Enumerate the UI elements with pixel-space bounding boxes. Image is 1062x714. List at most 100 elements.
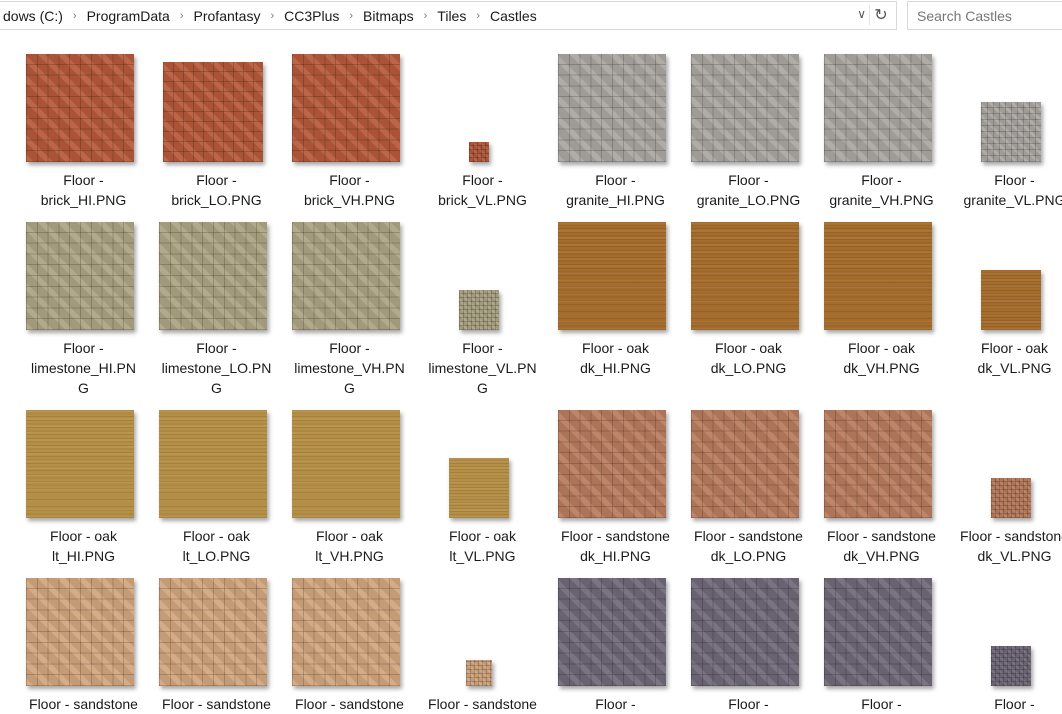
file-name-line: dk_LO.PNG — [710, 548, 787, 564]
breadcrumb-item[interactable]: CC3Plus — [281, 8, 342, 24]
file-name-line: Floor - oak — [848, 340, 915, 356]
chevron-right-icon[interactable]: › — [66, 10, 84, 22]
explorer-toolbar: dows (C:) › ProgramData › Profantasy › CC3Plus… — [0, 0, 1062, 33]
thumbnail-frame — [815, 54, 948, 162]
file-name: Floor - — [948, 694, 1062, 714]
breadcrumb-item[interactable]: Castles — [487, 8, 540, 24]
thumbnail-frame — [815, 410, 948, 518]
breadcrumb-item[interactable]: Bitmaps — [360, 8, 417, 24]
thumbnail-image — [158, 222, 267, 330]
breadcrumb-item[interactable]: Tiles — [434, 8, 469, 24]
file-name: Floor - oak dk_LO.PNG — [682, 338, 815, 378]
file-name-line: Floor - sandstone — [162, 696, 271, 712]
file-name-line: Floor - sandstone — [29, 696, 138, 712]
file-name: Floor - granite_HI.PNG — [549, 170, 682, 210]
file-name: Floor - oak lt_VL.PNG — [416, 526, 549, 566]
file-name-line: G — [477, 380, 488, 396]
file-name: Floor - sandstone — [150, 694, 283, 714]
chevron-right-icon[interactable]: › — [263, 10, 281, 22]
file-name: Floor - granite_VH.PNG — [815, 170, 948, 210]
file-name: Floor - — [549, 694, 682, 714]
file-name-line: Floor - — [861, 172, 902, 188]
file-name: Floor - brick_LO.PNG — [150, 170, 283, 210]
chevron-down-icon[interactable]: ∨ — [857, 7, 866, 21]
thumbnail-frame — [682, 54, 815, 162]
thumbnail-frame — [416, 410, 549, 518]
thumbnail-frame — [150, 222, 283, 330]
file-name: Floor - sandstone — [416, 694, 549, 714]
file-name-line: Floor - — [63, 340, 104, 356]
thumbnail-frame — [150, 54, 283, 162]
file-name-line: lt_LO.PNG — [182, 548, 251, 564]
file-name-line: Floor - oak — [715, 340, 782, 356]
file-name: Floor - oak dk_HI.PNG — [549, 338, 682, 378]
file-name-line: Floor - sandstone — [694, 528, 803, 544]
file-name-line: Floor - — [861, 696, 902, 712]
file-name-line: Floor - — [196, 340, 237, 356]
thumbnail-image — [557, 578, 666, 686]
thumbnail-frame — [549, 578, 682, 686]
file-name-line: lt_VH.PNG — [315, 548, 384, 564]
thumbnail-frame — [150, 410, 283, 518]
thumbnail-image — [291, 222, 400, 330]
thumbnail-image — [690, 410, 799, 518]
file-name-line: Floor - sandstone — [561, 528, 670, 544]
chevron-right-icon[interactable]: › — [469, 10, 487, 22]
file-name: Floor - sandstone dk_VL.PNG — [948, 526, 1062, 566]
breadcrumb-item[interactable]: ProgramData — [84, 8, 173, 24]
search-input[interactable]: Search Castles — [907, 1, 1062, 30]
file-name-line: dk_HI.PNG — [580, 360, 651, 376]
file-name-line: Floor - sandstone — [295, 696, 404, 712]
thumbnail-image — [557, 54, 666, 162]
thumbnail-image — [823, 54, 932, 162]
file-name-line: Floor - sandstone — [827, 528, 936, 544]
thumbnail-image — [690, 54, 799, 162]
thumbnail-frame — [948, 410, 1062, 518]
thumbnail-image — [291, 578, 400, 686]
breadcrumb-item[interactable]: Profantasy — [191, 8, 264, 24]
file-name: Floor - oak lt_HI.PNG — [17, 526, 150, 566]
thumbnail-image — [465, 660, 492, 686]
thumbnail-frame — [549, 222, 682, 330]
file-name: Floor - limestone_VH.PN G — [283, 338, 416, 398]
file-name-line: G — [344, 380, 355, 396]
file-name-line: Floor - oak — [981, 340, 1048, 356]
file-name-line: Floor - — [595, 172, 636, 188]
file-name-line: Floor - oak — [449, 528, 516, 544]
file-name: Floor - sandstone — [17, 694, 150, 714]
file-name-line: dk_HI.PNG — [580, 548, 651, 564]
thumbnail-image — [25, 578, 134, 686]
thumbnail-frame — [283, 578, 416, 686]
file-name: Floor - oak lt_LO.PNG — [150, 526, 283, 566]
thumbnail-image — [990, 646, 1031, 686]
file-name-line: lt_HI.PNG — [51, 548, 115, 564]
thumbnail-image — [823, 410, 932, 518]
breadcrumb-item[interactable]: dows (C:) — [0, 8, 66, 24]
thumbnail-image — [557, 222, 666, 330]
file-name-line: Floor - sandstone — [428, 696, 537, 712]
chevron-right-icon[interactable]: › — [342, 10, 360, 22]
file-name-line: Floor - oak — [183, 528, 250, 544]
file-name: Floor - sandstone — [283, 694, 416, 714]
thumbnail-frame — [283, 222, 416, 330]
thumbnail-frame — [17, 222, 150, 330]
file-name-line: Floor - — [994, 172, 1035, 188]
chevron-right-icon[interactable]: › — [173, 10, 191, 22]
thumbnail-frame — [416, 222, 549, 330]
chevron-right-icon[interactable]: › — [417, 10, 435, 22]
thumbnail-image — [162, 62, 263, 162]
file-name: Floor - — [682, 694, 815, 714]
thumbnail-image — [690, 578, 799, 686]
file-name-line: G — [211, 380, 222, 396]
thumbnail-image — [980, 102, 1041, 162]
address-bar[interactable]: dows (C:) › ProgramData › Profantasy › CC3Plus… — [0, 1, 897, 30]
refresh-icon[interactable]: ↻ — [869, 5, 892, 25]
file-name-line: limestone_VL.PN — [428, 360, 537, 376]
thumbnail-image — [25, 222, 134, 330]
file-name-line: Floor - — [728, 172, 769, 188]
file-name-line: Floor - oak — [316, 528, 383, 544]
file-name: Floor - granite_VL.PNG — [948, 170, 1062, 210]
file-name: Floor - — [815, 694, 948, 714]
thumbnail-frame — [17, 410, 150, 518]
file-name-line: dk_LO.PNG — [710, 360, 787, 376]
